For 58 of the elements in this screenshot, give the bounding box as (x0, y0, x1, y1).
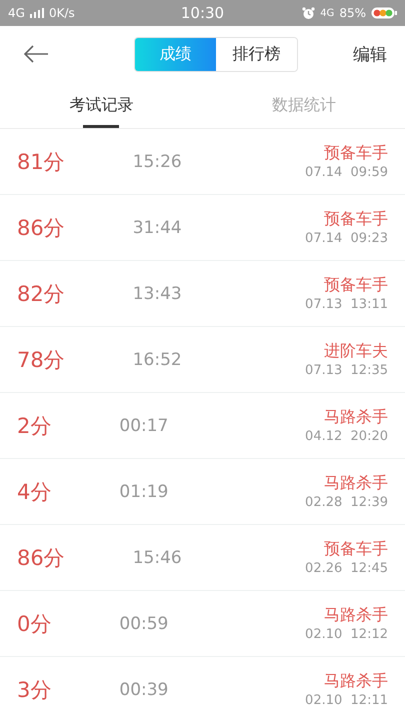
clock: 10:30 (180, 4, 224, 22)
score: 82分 (17, 280, 65, 308)
score: 4分 (17, 478, 52, 506)
duration: 15:46 (132, 548, 182, 568)
record-row[interactable]: 2分 00:17 马路杀手 04.12 20:20 (0, 393, 405, 459)
duration: 15:26 (132, 152, 182, 172)
tab[interactable]: 考试记录 (0, 82, 202, 128)
rank-title: 马路杀手 (324, 605, 388, 626)
duration: 13:43 (132, 284, 182, 304)
exam-date: 04.12 20:20 (305, 429, 388, 444)
duration: 00:39 (119, 680, 168, 700)
tab[interactable]: 数据统计 (202, 82, 405, 128)
edit-button[interactable]: 编辑 (353, 42, 387, 66)
exam-date: 02.10 12:12 (305, 627, 388, 642)
exam-date: 02.10 12:11 (305, 693, 388, 708)
speed-label: 0K/s (48, 6, 75, 20)
score: 3分 (17, 676, 52, 704)
score: 78分 (17, 346, 65, 374)
rank-title: 预备车手 (324, 275, 388, 296)
exam-date: 07.14 09:59 (305, 165, 388, 180)
record-row[interactable]: 78分 16:52 进阶车夫 07.13 12:35 (0, 327, 405, 393)
exam-date: 07.13 12:35 (305, 363, 388, 378)
rank-title: 马路杀手 (324, 407, 388, 428)
rank-title: 马路杀手 (324, 473, 388, 494)
record-row[interactable]: 86分 15:46 预备车手 02.26 12:45 (0, 525, 405, 591)
score: 81分 (17, 148, 65, 176)
exam-date: 07.14 09:23 (305, 231, 388, 246)
battery-icon (370, 7, 397, 19)
signal-icon (30, 8, 44, 18)
score: 2分 (17, 412, 52, 440)
duration: 01:19 (119, 482, 168, 502)
rank-title: 预备车手 (324, 539, 388, 560)
rank-title: 预备车手 (324, 143, 388, 164)
exam-date: 02.26 12:45 (305, 561, 388, 576)
duration: 16:52 (132, 350, 182, 370)
rank-title: 预备车手 (324, 209, 388, 230)
segment-tab[interactable]: 成绩 (135, 38, 216, 70)
record-row[interactable]: 0分 00:59 马路杀手 02.10 12:12 (0, 591, 405, 657)
record-row[interactable]: 81分 15:26 预备车手 07.14 09:59 (0, 129, 405, 195)
network-label: 4G (8, 6, 25, 20)
score: 86分 (17, 544, 65, 572)
record-row[interactable]: 86分 31:44 预备车手 07.14 09:23 (0, 195, 405, 261)
record-row[interactable]: 4分 01:19 马路杀手 02.28 12:39 (0, 459, 405, 525)
rank-title: 马路杀手 (324, 671, 388, 692)
record-row[interactable]: 3分 00:39 马路杀手 02.10 12:11 (0, 657, 405, 720)
exam-date: 02.28 12:39 (305, 495, 388, 510)
back-arrow-icon[interactable] (23, 45, 49, 63)
exam-date: 07.13 13:11 (305, 297, 388, 312)
battery-percent: 85% (339, 6, 366, 20)
record-row[interactable]: 82分 13:43 预备车手 07.13 13:11 (0, 261, 405, 327)
score: 86分 (17, 214, 65, 242)
score: 0分 (17, 610, 52, 638)
duration: 31:44 (132, 218, 182, 238)
duration: 00:59 (119, 614, 168, 634)
alarm-icon (302, 6, 316, 20)
rank-title: 进阶车夫 (324, 341, 388, 362)
duration: 00:17 (119, 416, 168, 436)
network-label: 4G (320, 8, 334, 18)
